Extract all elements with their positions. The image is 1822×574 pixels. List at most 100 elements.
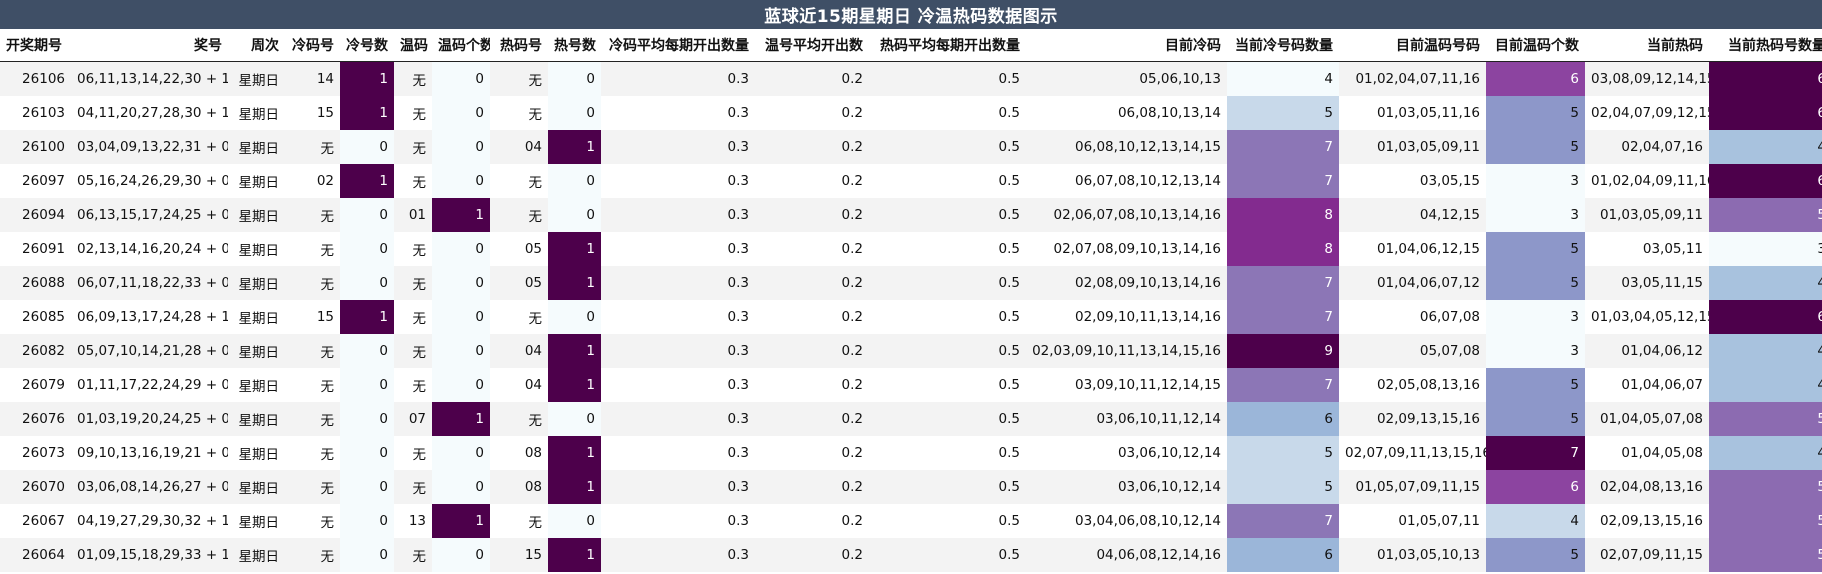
table-row: 26097 05,16,24,26,29,30 + 02 星期日 02 1 无 0 无 0 0.3… — [0, 164, 1822, 198]
cell-cold-count: 0 — [340, 470, 394, 504]
cell-hot-avg: 0.5 — [869, 402, 1026, 436]
cell-numbers: 09,10,13,16,19,21 + 08 — [71, 436, 228, 470]
cell-current-cold-count: 7 — [1227, 368, 1339, 402]
table-row: 26064 01,09,15,18,29,33 + 15 星期日无 0 无 0 15 1 0.3… — [0, 538, 1822, 572]
cell-current-cold: 06,08,10,12,13,14,15 — [1026, 130, 1227, 164]
col-header-current-cold-count: 当前冷号码数量 — [1227, 29, 1339, 62]
cell-cold-count: 0 — [340, 402, 394, 436]
cell-current-hot: 03,05,11,15 — [1585, 266, 1709, 300]
cell-hot-count: 0 — [548, 96, 601, 130]
cell-hot-count: 0 — [548, 61, 601, 96]
cell-current-warm-count: 5 — [1486, 96, 1585, 130]
cell-current-cold: 03,06,10,12,14 — [1026, 470, 1227, 504]
cell-warm-code: 无 — [394, 470, 432, 504]
cell-cold-code: 无 — [285, 470, 340, 504]
cell-current-hot: 01,03,05,09,11 — [1585, 198, 1709, 232]
cell-warm-code: 无 — [394, 300, 432, 334]
cell-current-warm-count: 6 — [1486, 470, 1585, 504]
cell-numbers: 03,04,09,13,22,31 + 04 — [71, 130, 228, 164]
cell-hot-code: 05 — [490, 266, 548, 300]
cell-hot-code: 04 — [490, 334, 548, 368]
cell-current-cold-count: 9 — [1227, 334, 1339, 368]
cell-current-cold: 02,03,09,10,11,13,14,15,16 — [1026, 334, 1227, 368]
cell-current-warm-count: 5 — [1486, 232, 1585, 266]
cell-hot-avg: 0.5 — [869, 164, 1026, 198]
cell-weekday: 星期日 — [228, 300, 285, 334]
cell-hot-code: 无 — [490, 504, 548, 538]
cell-current-hot-count: 4 — [1709, 266, 1822, 300]
cell-current-hot: 01,04,05,08 — [1585, 436, 1709, 470]
cell-weekday: 星期日 — [228, 334, 285, 368]
cell-current-warm-count: 3 — [1486, 198, 1585, 232]
cell-numbers: 06,13,15,17,24,25 + 01 — [71, 198, 228, 232]
cell-warm-avg: 0.2 — [755, 130, 869, 164]
cell-weekday: 星期日 — [228, 130, 285, 164]
cell-current-hot-count: 4 — [1709, 334, 1822, 368]
col-header-current-hot-count: 当前热码号数量 — [1709, 29, 1822, 62]
cell-cold-count: 1 — [340, 300, 394, 334]
cell-current-hot: 02,04,07,16 — [1585, 130, 1709, 164]
cell-hot-avg: 0.5 — [869, 334, 1026, 368]
cell-hot-count: 0 — [548, 198, 601, 232]
cell-current-cold: 02,09,10,11,13,14,16 — [1026, 300, 1227, 334]
cell-cold-code: 无 — [285, 538, 340, 572]
cell-cold-avg: 0.3 — [601, 538, 755, 572]
cell-current-warm-count: 5 — [1486, 368, 1585, 402]
cell-hot-code: 无 — [490, 164, 548, 198]
cell-cold-count: 0 — [340, 198, 394, 232]
cell-warm-avg: 0.2 — [755, 402, 869, 436]
cell-cold-code: 无 — [285, 266, 340, 300]
cell-current-hot: 02,09,13,15,16 — [1585, 504, 1709, 538]
cell-warm-avg: 0.2 — [755, 334, 869, 368]
cell-warm-count: 0 — [432, 470, 490, 504]
cell-weekday: 星期日 — [228, 266, 285, 300]
cell-cold-count: 0 — [340, 368, 394, 402]
cell-current-warm: 02,07,09,11,13,15,16 — [1339, 436, 1486, 470]
cell-hot-avg: 0.5 — [869, 504, 1026, 538]
cell-hot-code: 04 — [490, 368, 548, 402]
cell-cold-avg: 0.3 — [601, 334, 755, 368]
cell-warm-code: 07 — [394, 402, 432, 436]
cell-weekday: 星期日 — [228, 436, 285, 470]
cell-cold-avg: 0.3 — [601, 198, 755, 232]
cell-hot-count: 1 — [548, 368, 601, 402]
cell-warm-code: 无 — [394, 538, 432, 572]
cell-cold-count: 1 — [340, 96, 394, 130]
cell-warm-code: 13 — [394, 504, 432, 538]
cell-hot-count: 1 — [548, 470, 601, 504]
cell-cold-count: 0 — [340, 538, 394, 572]
cell-period: 26070 — [0, 470, 71, 504]
cell-current-hot: 03,08,09,12,14,15 — [1585, 61, 1709, 96]
cell-current-warm: 01,04,06,12,15 — [1339, 232, 1486, 266]
cell-current-cold-count: 7 — [1227, 300, 1339, 334]
col-header-weekday: 周次 — [228, 29, 285, 62]
cell-hot-code: 无 — [490, 198, 548, 232]
col-header-hot-code: 热码号 — [490, 29, 548, 62]
cell-current-warm-count: 7 — [1486, 436, 1585, 470]
cell-warm-code: 无 — [394, 436, 432, 470]
cell-hot-count: 0 — [548, 402, 601, 436]
header-row: 开奖期号 奖号 周次 冷码号 冷号数 温码 温码个数 热码号 热号数 冷码平均每… — [0, 29, 1822, 62]
table-row: 26079 01,11,17,22,24,29 + 04 星期日无 0 无 0 04 1 0.3… — [0, 368, 1822, 402]
cell-current-warm: 03,05,15 — [1339, 164, 1486, 198]
cell-hot-code: 15 — [490, 538, 548, 572]
cell-warm-avg: 0.2 — [755, 470, 869, 504]
cell-warm-avg: 0.2 — [755, 436, 869, 470]
cell-current-hot-count: 5 — [1709, 470, 1822, 504]
cell-current-cold-count: 7 — [1227, 266, 1339, 300]
cell-current-cold: 02,07,08,09,10,13,14,16 — [1026, 232, 1227, 266]
cell-hot-count: 1 — [548, 436, 601, 470]
cell-current-warm: 06,07,08 — [1339, 300, 1486, 334]
cell-current-cold-count: 6 — [1227, 538, 1339, 572]
cell-hot-avg: 0.5 — [869, 130, 1026, 164]
cell-current-cold: 04,06,08,12,14,16 — [1026, 538, 1227, 572]
cell-warm-count: 1 — [432, 198, 490, 232]
cell-cold-avg: 0.3 — [601, 436, 755, 470]
cell-warm-count: 0 — [432, 232, 490, 266]
cell-current-cold-count: 7 — [1227, 164, 1339, 198]
cell-period: 26067 — [0, 504, 71, 538]
cell-weekday: 星期日 — [228, 61, 285, 96]
cell-warm-count: 0 — [432, 436, 490, 470]
cell-warm-avg: 0.2 — [755, 96, 869, 130]
cell-cold-avg: 0.3 — [601, 61, 755, 96]
